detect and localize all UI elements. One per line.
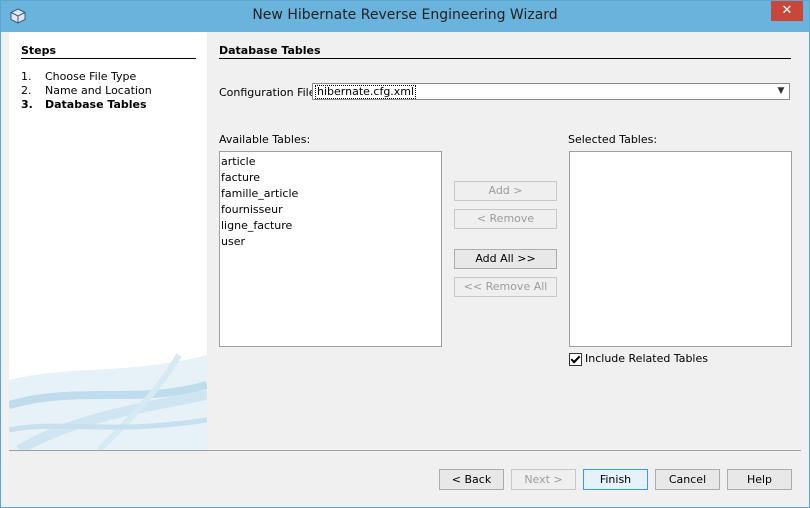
step-item-choose-file-type: 1. Choose File Type (21, 70, 137, 83)
available-tables-list[interactable]: article facture famille_article fourniss… (219, 151, 442, 347)
list-item[interactable]: facture (220, 170, 441, 186)
window-title: New Hibernate Reverse Engineering Wizard (252, 7, 558, 23)
wizard-content: Steps 1. Choose File Type 2. Name and Loca… (9, 32, 801, 450)
list-item[interactable]: ligne_facture (220, 218, 441, 234)
list-item[interactable]: user (220, 234, 441, 250)
config-file-value: hibernate.cfg.xml (315, 85, 417, 99)
config-file-select[interactable]: hibernate.cfg.xml ▼ (312, 83, 790, 100)
step-item-name-location: 2. Name and Location (21, 84, 152, 97)
steps-divider (21, 58, 196, 59)
next-button[interactable]: Next > (511, 469, 576, 490)
selected-tables-list[interactable] (569, 151, 792, 347)
title-bar[interactable]: New Hibernate Reverse Engineering Wizard… (1, 1, 809, 32)
config-file-label: Configuration File: (219, 86, 320, 99)
wizard-window: New Hibernate Reverse Engineering Wizard… (0, 0, 810, 508)
steps-header: Steps (21, 44, 57, 57)
steps-list: 1. Choose File Type 2. Name and Location 3… (21, 70, 152, 112)
footer-divider (9, 450, 801, 451)
include-related-label: Include Related Tables (585, 352, 708, 365)
include-related-option[interactable]: Include Related Tables (569, 352, 708, 366)
add-all-button[interactable]: Add All >> (454, 249, 557, 269)
selected-tables-label: Selected Tables: (568, 133, 658, 146)
cancel-button[interactable]: Cancel (655, 469, 720, 490)
panel-title: Database Tables (219, 44, 321, 57)
chevron-down-icon[interactable]: ▼ (773, 84, 789, 99)
add-button[interactable]: Add > (454, 181, 557, 201)
available-tables-label: Available Tables: (219, 133, 311, 146)
list-item[interactable]: article (220, 154, 441, 170)
list-item[interactable]: famille_article (220, 186, 441, 202)
decorative-swoosh (9, 353, 207, 450)
list-item[interactable]: fournisseur (220, 202, 441, 218)
remove-all-button[interactable]: << Remove All (454, 277, 557, 297)
remove-button[interactable]: < Remove (454, 209, 557, 229)
back-button[interactable]: < Back (439, 469, 504, 490)
steps-panel: Steps 1. Choose File Type 2. Name and Loca… (9, 32, 207, 450)
help-button[interactable]: Help (727, 469, 792, 490)
include-related-checkbox[interactable] (569, 352, 582, 366)
database-tables-panel: Database Tables Configuration File: hibe… (207, 32, 801, 450)
step-item-database-tables: 3. Database Tables (21, 98, 147, 111)
finish-button[interactable]: Finish (583, 469, 648, 490)
panel-divider (219, 58, 791, 59)
close-icon[interactable]: ✕ (771, 1, 803, 21)
